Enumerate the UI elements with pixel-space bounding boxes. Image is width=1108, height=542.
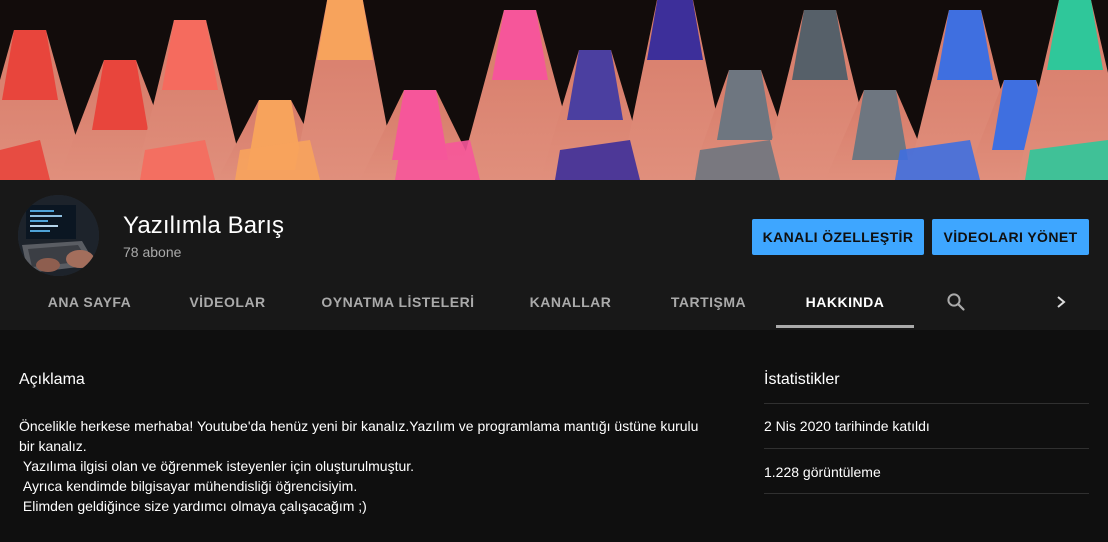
- about-section: Açıklama Öncelikle herkese merhaba! Yout…: [0, 330, 1108, 542]
- channel-tabs: ANA SAYFA VİDEOLAR OYNATMA LİSTELERİ KAN…: [0, 276, 1108, 330]
- channel-avatar[interactable]: [18, 195, 99, 276]
- tab-about[interactable]: HAKKINDA: [776, 276, 914, 328]
- tab-discussion[interactable]: TARTIŞMA: [641, 276, 776, 328]
- stats-divider: [764, 448, 1089, 449]
- stats-divider: [764, 493, 1089, 494]
- joined-date: 2 Nis 2020 tarihinde katıldı: [764, 418, 930, 434]
- description-heading: Açıklama: [19, 371, 85, 388]
- channel-name: Yazılımla Barış: [123, 212, 285, 239]
- tab-home[interactable]: ANA SAYFA: [20, 276, 159, 328]
- active-tab-indicator: [776, 325, 914, 328]
- chevron-right-icon[interactable]: [1049, 290, 1073, 314]
- channel-header: Yazılımla Barış 78 abone KANALI ÖZELLEŞT…: [0, 180, 1108, 330]
- search-icon[interactable]: [944, 290, 968, 314]
- view-count: 1.228 görüntüleme: [764, 464, 881, 480]
- channel-banner: [0, 0, 1108, 180]
- customize-channel-button[interactable]: KANALI ÖZELLEŞTİR: [752, 219, 924, 255]
- avatar-laptop-image: [18, 195, 99, 276]
- subscriber-count: 78 abone: [123, 244, 182, 260]
- stats-divider: [764, 403, 1089, 404]
- tab-channels[interactable]: KANALLAR: [500, 276, 641, 328]
- manage-videos-button[interactable]: VİDEOLARI YÖNET: [932, 219, 1089, 255]
- tab-playlists[interactable]: OYNATMA LİSTELERİ: [296, 276, 500, 328]
- channel-description: Öncelikle herkese merhaba! Youtube'da he…: [19, 418, 699, 514]
- pencils-banner-image: [0, 0, 1108, 180]
- tab-videos[interactable]: VİDEOLAR: [159, 276, 296, 328]
- stats-heading: İstatistikler: [764, 371, 840, 388]
